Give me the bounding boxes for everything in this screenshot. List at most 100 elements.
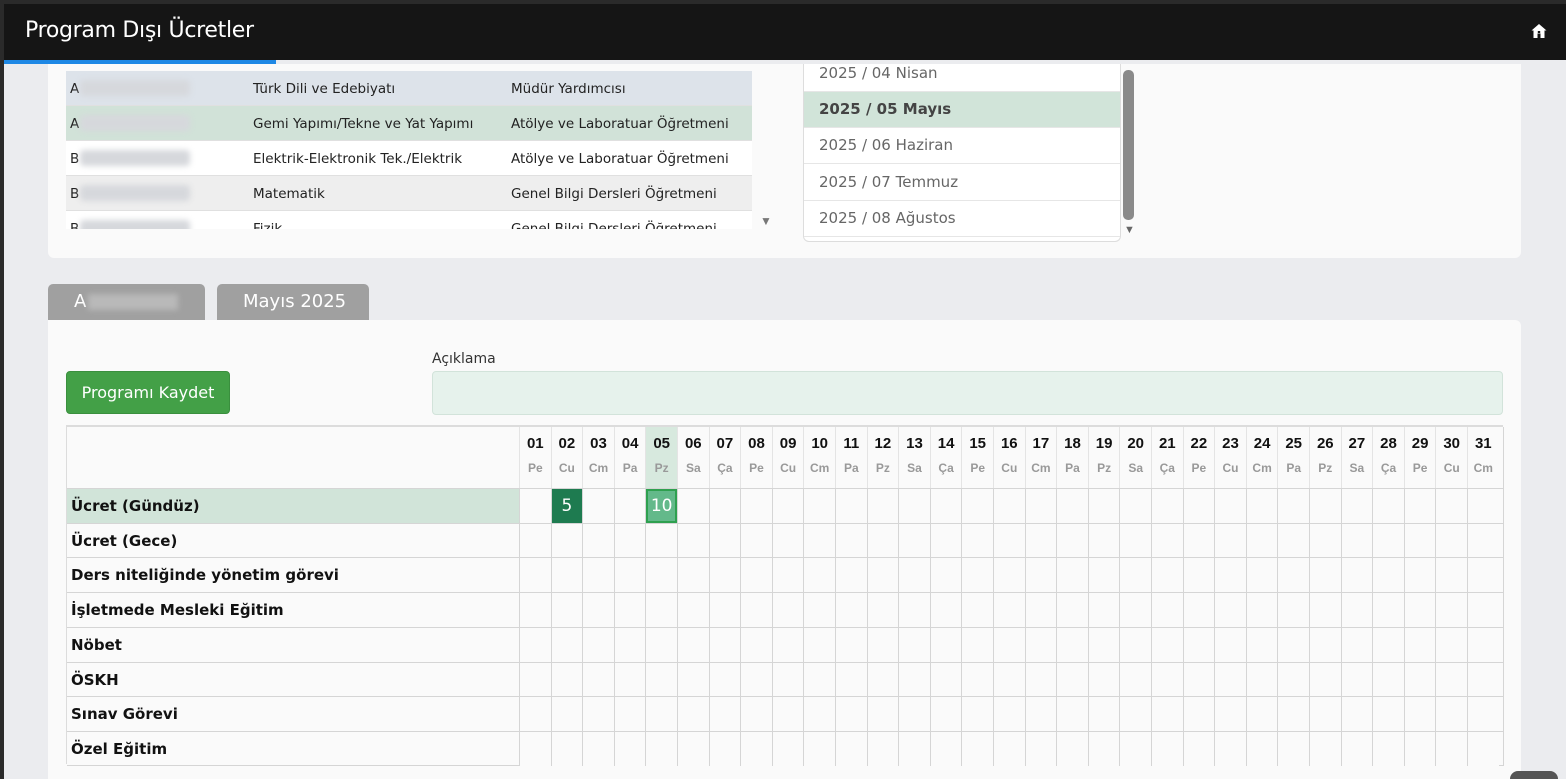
tab-teacher[interactable]: A: [48, 284, 205, 320]
schedule-cell[interactable]: [1309, 558, 1341, 593]
schedule-cell[interactable]: [740, 731, 772, 766]
schedule-cell[interactable]: [677, 662, 709, 697]
schedule-cell[interactable]: [1056, 627, 1088, 662]
schedule-cell[interactable]: [771, 523, 804, 558]
schedule-cell[interactable]: [1277, 731, 1309, 766]
schedule-cell[interactable]: [582, 662, 614, 697]
schedule-cell[interactable]: [740, 627, 772, 662]
schedule-cell[interactable]: [1056, 523, 1088, 558]
schedule-cell[interactable]: [645, 731, 677, 766]
schedule-cell[interactable]: [740, 523, 772, 558]
schedule-cell[interactable]: [866, 627, 899, 662]
schedule-cell[interactable]: [1151, 489, 1183, 523]
schedule-cell[interactable]: [740, 662, 772, 697]
schedule-cell[interactable]: [961, 662, 993, 697]
schedule-cell[interactable]: [1024, 731, 1057, 766]
schedule-cell[interactable]: [1056, 731, 1088, 766]
schedule-cell[interactable]: [929, 558, 962, 593]
schedule-cell[interactable]: [835, 662, 867, 697]
schedule-cell[interactable]: [550, 523, 583, 558]
schedule-cell[interactable]: [1340, 593, 1373, 628]
schedule-cell[interactable]: [961, 593, 993, 628]
schedule-cell[interactable]: [835, 593, 867, 628]
schedule-cell[interactable]: [1087, 697, 1120, 732]
schedule-cell[interactable]: [1182, 662, 1215, 697]
schedule-cell[interactable]: [961, 731, 993, 766]
schedule-cell[interactable]: [929, 593, 962, 628]
schedule-cell[interactable]: [866, 489, 899, 523]
schedule-cell[interactable]: [1245, 593, 1278, 628]
schedule-cell[interactable]: [1309, 593, 1341, 628]
schedule-cell[interactable]: [740, 489, 772, 523]
schedule-cell[interactable]: [993, 558, 1025, 593]
schedule-cell[interactable]: [835, 558, 867, 593]
schedule-cell[interactable]: [898, 697, 930, 732]
home-icon[interactable]: [1530, 22, 1548, 40]
schedule-cell[interactable]: [993, 489, 1025, 523]
schedule-cell[interactable]: [1214, 662, 1246, 697]
schedule-cell[interactable]: [708, 627, 741, 662]
schedule-cell[interactable]: [1372, 558, 1404, 593]
schedule-cell[interactable]: [1024, 593, 1057, 628]
schedule-cell[interactable]: [677, 558, 709, 593]
schedule-cell[interactable]: [1024, 523, 1057, 558]
schedule-cell[interactable]: [1087, 489, 1120, 523]
schedule-cell[interactable]: [1435, 593, 1467, 628]
schedule-cell[interactable]: [1467, 558, 1499, 593]
schedule-cell[interactable]: [1277, 523, 1309, 558]
schedule-cell[interactable]: [1119, 593, 1151, 628]
schedule-cell[interactable]: [866, 593, 899, 628]
schedule-cell[interactable]: [1119, 523, 1151, 558]
schedule-cell[interactable]: [740, 593, 772, 628]
schedule-cell[interactable]: [613, 662, 646, 697]
teacher-row[interactable]: B Matematik Genel Bilgi Dersleri Öğretmeni: [66, 176, 752, 211]
schedule-cell[interactable]: [1214, 731, 1246, 766]
month-item[interactable]: 2025 / 05 Mayıs: [804, 92, 1120, 128]
save-program-button[interactable]: Programı Kaydet: [66, 371, 230, 414]
schedule-cell[interactable]: [677, 731, 709, 766]
schedule-cell[interactable]: [1340, 731, 1373, 766]
schedule-cell[interactable]: [1087, 731, 1120, 766]
month-item[interactable]: 2025 / 06 Haziran: [804, 128, 1120, 164]
schedule-cell[interactable]: [645, 627, 677, 662]
schedule-cell[interactable]: [645, 662, 677, 697]
schedule-cell[interactable]: [1372, 489, 1404, 523]
schedule-cell[interactable]: [898, 489, 930, 523]
schedule-cell[interactable]: [1151, 662, 1183, 697]
schedule-cell[interactable]: [645, 558, 677, 593]
schedule-cell[interactable]: [1119, 662, 1151, 697]
schedule-cell[interactable]: [1467, 662, 1499, 697]
schedule-cell[interactable]: [708, 523, 741, 558]
schedule-cell[interactable]: [1087, 558, 1120, 593]
schedule-cell[interactable]: [1467, 489, 1499, 523]
schedule-cell[interactable]: [1119, 627, 1151, 662]
schedule-cell[interactable]: [898, 558, 930, 593]
schedule-cell[interactable]: [993, 731, 1025, 766]
schedule-cell[interactable]: [1372, 593, 1404, 628]
schedule-cell[interactable]: [1087, 627, 1120, 662]
schedule-cell[interactable]: [613, 489, 646, 523]
schedule-cell[interactable]: [1467, 697, 1499, 732]
schedule-cell[interactable]: [803, 489, 835, 523]
schedule-cell[interactable]: [1119, 731, 1151, 766]
schedule-cell[interactable]: [993, 697, 1025, 732]
schedule-cell[interactable]: [803, 558, 835, 593]
schedule-cell[interactable]: [677, 697, 709, 732]
schedule-cell[interactable]: [519, 523, 551, 558]
schedule-cell[interactable]: [898, 731, 930, 766]
schedule-cell[interactable]: [1435, 697, 1467, 732]
schedule-cell[interactable]: [803, 697, 835, 732]
teacher-row[interactable]: A Gemi Yapımı/Tekne ve Yat Yapımı Atölye v…: [66, 106, 752, 141]
schedule-cell[interactable]: [771, 627, 804, 662]
schedule-cell[interactable]: [803, 523, 835, 558]
schedule-cell[interactable]: [929, 731, 962, 766]
teacher-row[interactable]: B Elektrik-Elektronik Tek./Elektrik Atölye…: [66, 141, 752, 176]
schedule-cell[interactable]: [929, 662, 962, 697]
schedule-cell[interactable]: [740, 697, 772, 732]
schedule-cell[interactable]: [1024, 489, 1057, 523]
scroll-down-icon[interactable]: ▼: [1124, 224, 1135, 236]
schedule-cell[interactable]: [1119, 558, 1151, 593]
schedule-cell[interactable]: [1056, 697, 1088, 732]
scroll-to-top-button[interactable]: [1510, 771, 1558, 779]
schedule-cell[interactable]: [1403, 558, 1436, 593]
